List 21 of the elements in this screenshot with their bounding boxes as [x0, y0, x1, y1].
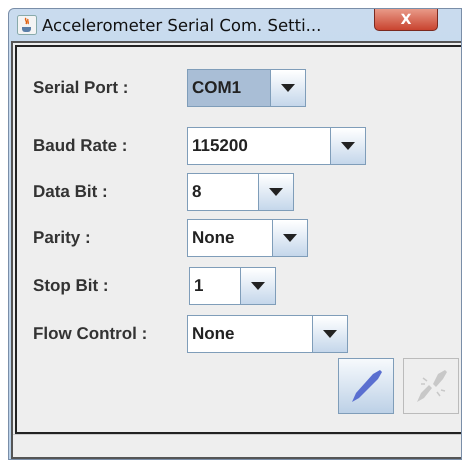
dropdown[interactable]: COM1 [187, 69, 306, 107]
dropdown[interactable]: 8 [187, 173, 294, 211]
dropdown[interactable]: 115200 [187, 127, 366, 165]
setting-label: Serial Port : [33, 78, 130, 98]
caret-icon [323, 330, 337, 338]
dropdown[interactable]: None [187, 315, 348, 353]
setting-label: Baud Rate : [33, 136, 128, 156]
dropdown[interactable]: None [187, 219, 308, 257]
caret-icon [283, 234, 297, 242]
setting-label: Stop Bit : [33, 276, 110, 296]
setting-label: Flow Control : [33, 324, 148, 344]
connect-button[interactable] [338, 358, 394, 414]
coffee-cup-icon [17, 15, 37, 35]
caret-icon [251, 282, 265, 290]
caret-icon [281, 84, 295, 92]
caret-icon [341, 142, 355, 150]
setting-label: Data Bit : [33, 182, 109, 202]
setting-label: Parity : [33, 228, 92, 248]
dropdown[interactable]: 1 [189, 267, 276, 305]
caret-icon [269, 188, 283, 196]
window-title: Accelerometer Serial Com. Setti... [42, 16, 322, 34]
